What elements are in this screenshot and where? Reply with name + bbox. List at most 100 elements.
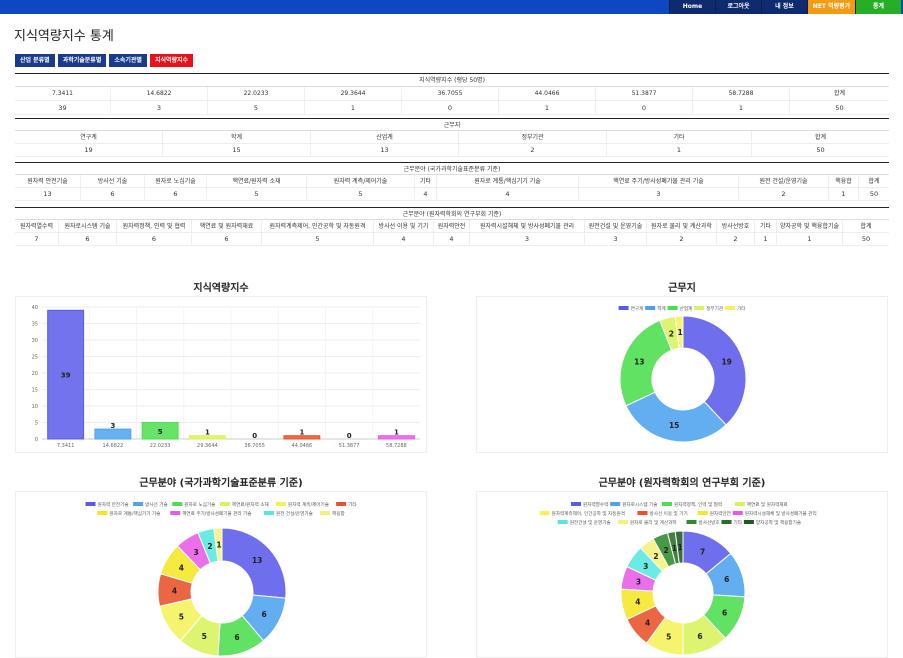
legend-label[interactable]: 원자력 계측/제어기술: [288, 501, 329, 508]
legend-label[interactable]: 원자로시스템 기술: [622, 501, 657, 508]
value-cell: 3: [111, 101, 208, 115]
slice-value-label: 5: [666, 633, 671, 642]
x-tick-label: 7.3411: [57, 443, 75, 449]
y-tick-label: 5: [35, 421, 38, 427]
legend-swatch[interactable]: [172, 502, 183, 506]
value-row: 19 15 13 2 1 50: [15, 144, 889, 157]
legend-label[interactable]: 기타: [737, 305, 746, 312]
legend-swatch[interactable]: [336, 502, 347, 506]
legend-swatch[interactable]: [686, 520, 697, 524]
legend-swatch[interactable]: [610, 502, 621, 506]
legend-swatch[interactable]: [697, 511, 708, 515]
legend-label[interactable]: 방사선 기술: [145, 501, 168, 508]
legend-label[interactable]: 학계: [657, 305, 665, 312]
nav-button-1[interactable]: 로그아웃: [715, 0, 761, 14]
legend-swatch[interactable]: [743, 520, 754, 524]
legend-swatch[interactable]: [557, 520, 568, 524]
legend-swatch[interactable]: [97, 511, 108, 515]
value-cell: 50: [843, 233, 889, 246]
legend-label[interactable]: 정부기관: [706, 305, 724, 312]
legend-swatch[interactable]: [645, 306, 656, 310]
legend-label[interactable]: 원자력계측제어, 인간공학 및 자동원격: [552, 510, 625, 517]
value-cell: 2: [647, 233, 717, 246]
header-cell: 원자력계측제어, 인간공학 및 자동원격: [262, 220, 374, 233]
y-tick-label: 40: [32, 305, 38, 311]
header-cell: 핵연료 주기/방사성폐기물 관리 기술: [579, 175, 739, 188]
legend-label[interactable]: 연구계: [631, 305, 644, 312]
legend-swatch[interactable]: [667, 306, 678, 310]
value-cell: 0: [402, 101, 499, 115]
donut-slice[interactable]: [619, 319, 673, 407]
legend-label[interactable]: 원자력열수력: [583, 501, 608, 508]
legend-label[interactable]: 핵연료 주기/방사성폐기물 관리 기술: [182, 510, 251, 517]
legend-label[interactable]: 원전건설 및 운영기술: [570, 519, 611, 526]
legend-swatch[interactable]: [320, 511, 330, 515]
header-cell: 원전 건설/운영기술: [739, 175, 829, 188]
header-cell: 방사선방호: [717, 220, 755, 233]
value-row: 7 6 6 6 5 4 4 3 3 2 2 1 1 50: [15, 233, 889, 246]
legend-swatch[interactable]: [618, 306, 629, 310]
legend-label[interactable]: 원자로 노심기술: [184, 501, 215, 508]
legend-swatch[interactable]: [725, 306, 735, 310]
header-cell: 원자로 노심기술: [145, 175, 207, 188]
nav-button-3[interactable]: NET 역량평가: [807, 0, 855, 14]
slice-value-label: 1: [677, 328, 682, 337]
slice-value-label: 7: [700, 547, 705, 556]
legend-label[interactable]: 핵융합: [332, 510, 345, 517]
legend-label[interactable]: 원자로 계통/핵심기기 기술: [109, 510, 160, 517]
chart-title-workplace: 근무지: [668, 283, 696, 294]
legend-swatch[interactable]: [133, 502, 144, 506]
value-cell: 1: [755, 233, 777, 246]
x-tick-label: 36.7055: [244, 443, 265, 449]
legend-swatch[interactable]: [637, 511, 648, 515]
legend-swatch[interactable]: [170, 511, 181, 515]
header-cell: 원자력시설해체 및 방사성폐기물 관리: [470, 220, 585, 233]
legend-swatch[interactable]: [732, 511, 743, 515]
y-tick-label: 35: [32, 322, 38, 328]
tab-1[interactable]: 과학기술분류별: [57, 54, 107, 67]
nav-button-4[interactable]: 통계: [855, 0, 901, 14]
legend-label[interactable]: 원자력안전: [710, 510, 731, 517]
header-cell: 원자로시스템 기술: [59, 220, 117, 233]
legend-swatch[interactable]: [721, 520, 732, 524]
value-cell: 2: [459, 144, 607, 157]
legend-label[interactable]: 방사선 이용 및 기기: [650, 510, 688, 517]
nav-button-2[interactable]: 내 정보: [761, 0, 807, 14]
legend-label[interactable]: 원자력 안전기술: [98, 501, 129, 508]
legend-label[interactable]: 원자로 물리 및 계산과학: [630, 519, 677, 526]
legend-label[interactable]: 원자력시설해체 및 방사성폐기물 관리: [745, 510, 817, 517]
tab-2[interactable]: 소속기관별: [109, 54, 147, 67]
legend-label[interactable]: 기타: [348, 501, 357, 508]
legend-label[interactable]: 핵연료 및 원자력재료: [747, 501, 788, 508]
bar-value-label: 1: [299, 429, 304, 437]
legend-swatch[interactable]: [264, 511, 274, 515]
tab-3[interactable]: 지식역량지수: [149, 54, 194, 67]
legend-swatch[interactable]: [85, 502, 96, 506]
bar-chart: 0510152025303540397.3411314.6822522.0233…: [32, 305, 420, 449]
slice-value-label: 6: [722, 609, 727, 618]
value-cell: 1: [499, 101, 596, 115]
legend-label[interactable]: 방사선방호: [699, 519, 720, 526]
page-title: 지식역량지수 통계: [14, 29, 114, 44]
slice-value-label: 1: [216, 541, 221, 550]
legend-swatch[interactable]: [694, 306, 705, 310]
legend-swatch[interactable]: [539, 511, 550, 515]
tab-0[interactable]: 산업 분류별: [15, 54, 55, 67]
legend-label[interactable]: 기타: [734, 519, 743, 526]
legend-label[interactable]: 원자력정책, 인력 및 협력: [674, 501, 722, 508]
legend-label[interactable]: 산업계: [680, 305, 693, 312]
legend-swatch[interactable]: [662, 502, 672, 506]
legend-label[interactable]: 원전 건설/운영기술: [276, 510, 313, 517]
value-cell: 6: [192, 233, 262, 246]
legend-swatch[interactable]: [219, 502, 230, 506]
legend-swatch[interactable]: [734, 502, 745, 506]
nav-button-0[interactable]: Home: [669, 0, 715, 14]
bar[interactable]: [94, 428, 132, 440]
legend-swatch[interactable]: [275, 502, 286, 506]
legend-label[interactable]: 핵연료/원자력 소재: [232, 501, 269, 508]
legend-swatch[interactable]: [571, 502, 581, 506]
x-tick-label: 51.3877: [339, 443, 360, 449]
legend-swatch[interactable]: [617, 520, 628, 524]
legend-label[interactable]: 양자공학 및 핵융합기술: [756, 519, 801, 526]
slice-value-label: 3: [643, 562, 648, 571]
